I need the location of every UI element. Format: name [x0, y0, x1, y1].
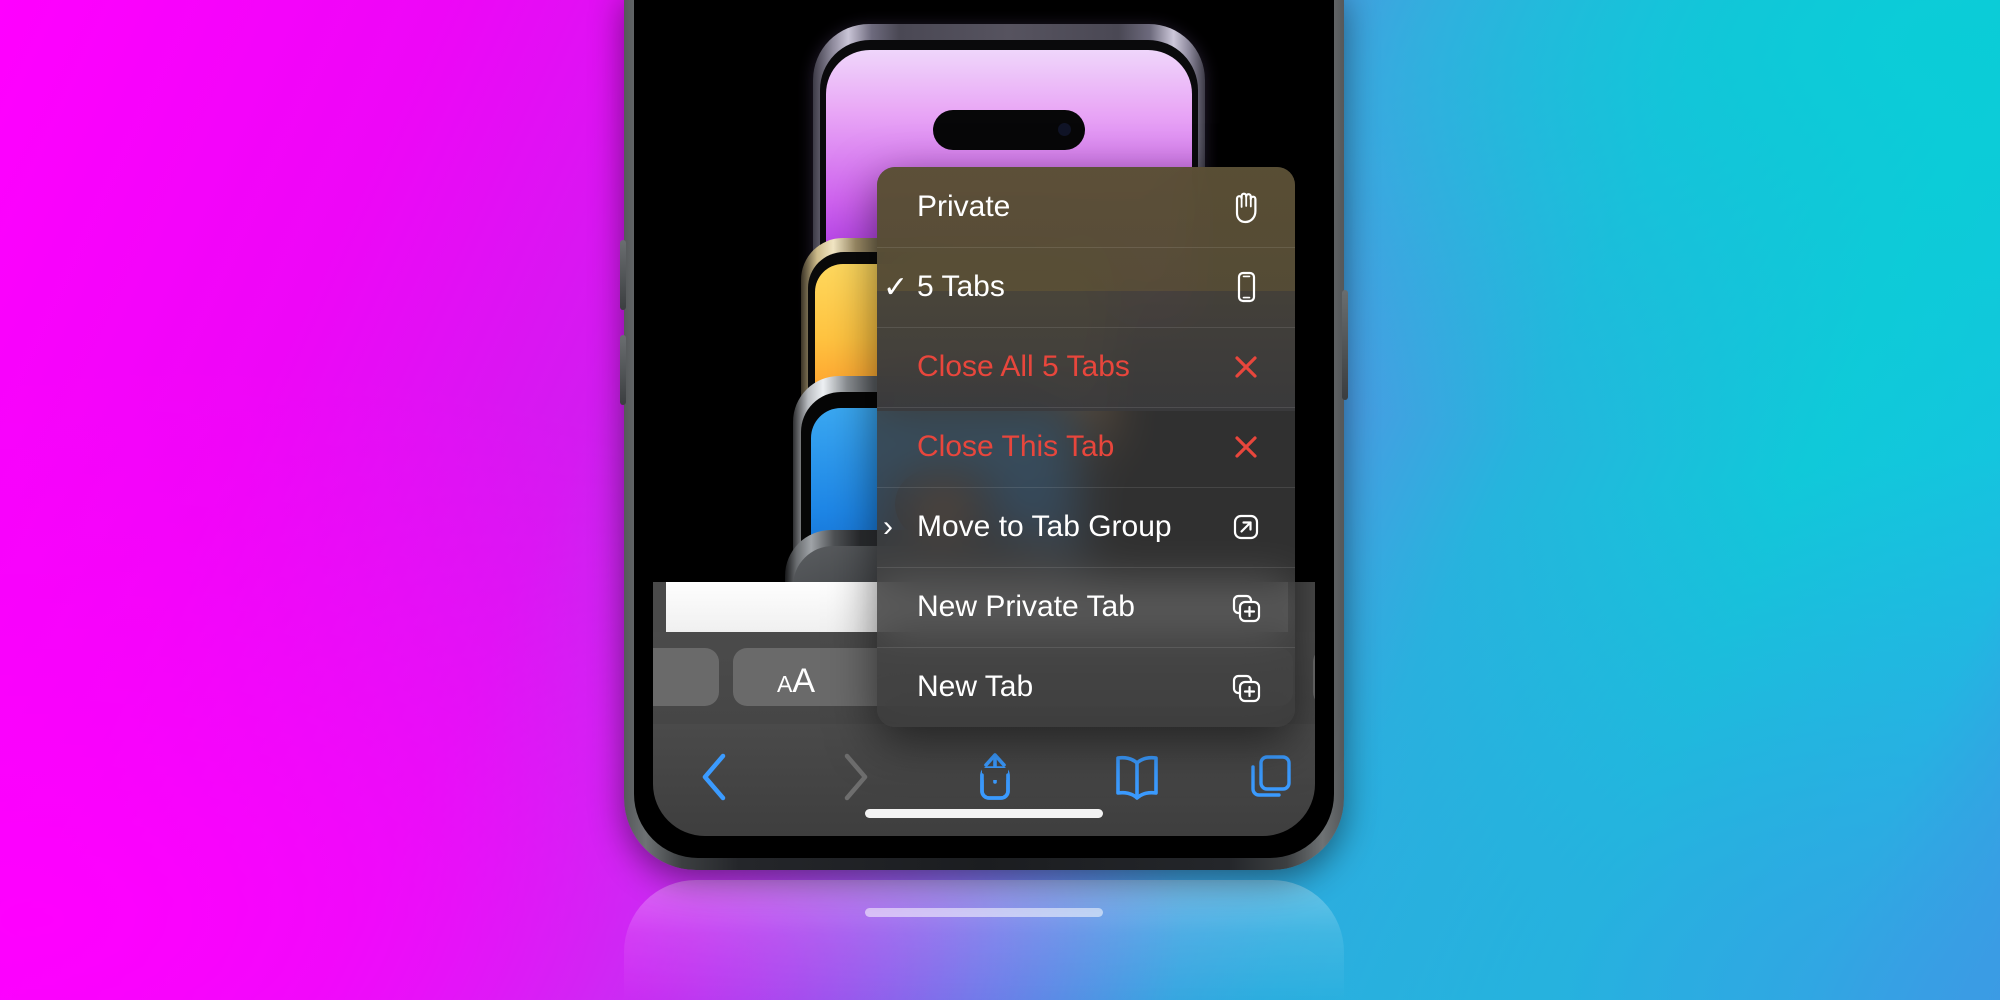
plus-square-stack-icon	[1225, 669, 1267, 705]
menu-item-checkmark: ✓	[883, 270, 909, 304]
plus-square-stack-icon	[1225, 589, 1267, 625]
address-bar-next-tab[interactable]	[1313, 648, 1315, 706]
back-button[interactable]	[695, 748, 735, 806]
volume-down-button[interactable]	[620, 335, 626, 405]
menu-item-label: New Private Tab	[917, 590, 1135, 623]
bookmarks-button[interactable]	[1111, 748, 1163, 806]
safari-bottom-toolbar	[653, 724, 1315, 836]
menu-item-5-tabs[interactable]: ✓ 5 Tabs	[877, 247, 1295, 327]
menu-item-label: Close This Tab	[917, 430, 1115, 463]
menu-item-private[interactable]: Private	[877, 167, 1295, 247]
home-indicator	[865, 809, 1103, 818]
menu-item-new-tab[interactable]: New Tab	[877, 647, 1295, 727]
forward-button[interactable]	[835, 748, 875, 806]
menu-item-move-to-tab-group[interactable]: › Move to Tab Group	[877, 487, 1295, 567]
menu-item-label: Private	[917, 190, 1011, 223]
text-size-small-a: A	[777, 671, 793, 697]
tab-options-context-menu[interactable]: Private ✓ 5 Tabs Close All 5 Tabs Close …	[877, 167, 1295, 727]
power-button[interactable]	[1342, 290, 1348, 400]
address-bar-previous-tab[interactable]	[653, 648, 719, 706]
menu-item-new-private-tab[interactable]: New Private Tab	[877, 567, 1295, 647]
menu-item-label: Move to Tab Group	[917, 510, 1172, 543]
phone-reflection	[624, 880, 1344, 1000]
xmark-icon	[1225, 349, 1267, 385]
tabs-button[interactable]	[1245, 748, 1297, 806]
menu-item-label: 5 Tabs	[917, 270, 1005, 303]
text-size-button[interactable]: AA	[777, 662, 815, 701]
text-size-large-a: A	[792, 662, 816, 700]
volume-up-button[interactable]	[620, 240, 626, 310]
menu-item-label: Close All 5 Tabs	[917, 350, 1130, 383]
chevron-right-icon: ›	[883, 510, 893, 543]
menu-item-label: New Tab	[917, 670, 1034, 703]
xmark-icon	[1225, 429, 1267, 465]
hand-raised-icon	[1225, 189, 1267, 225]
menu-item-close-all-tabs[interactable]: Close All 5 Tabs	[877, 327, 1295, 407]
dynamic-island	[933, 110, 1085, 150]
menu-item-close-this-tab[interactable]: Close This Tab	[877, 407, 1295, 487]
arrow-up-forward-square-icon	[1225, 509, 1267, 545]
share-button[interactable]	[971, 748, 1019, 806]
iphone-icon	[1225, 269, 1267, 305]
